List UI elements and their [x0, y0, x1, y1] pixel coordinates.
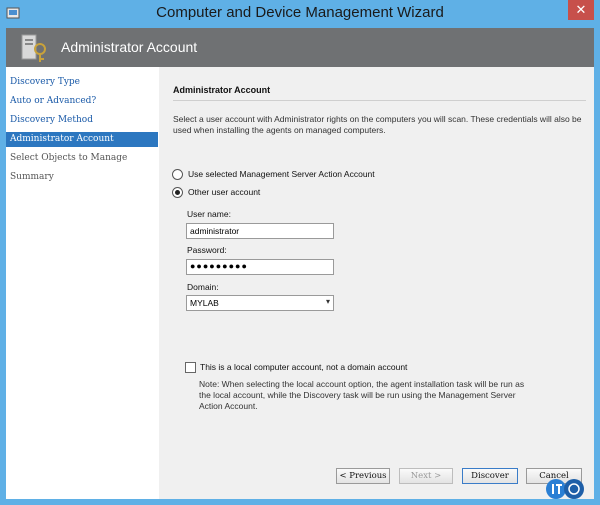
section-divider — [173, 100, 586, 101]
radio-selected-account-row[interactable]: Use selected Management Server Action Ac… — [172, 169, 375, 181]
password-label: Password: — [187, 245, 227, 255]
step-summary: Summary — [10, 172, 54, 182]
domain-select[interactable]: MYLAB ▾ — [186, 295, 334, 311]
header-title: Administrator Account — [61, 39, 198, 55]
description-text: Select a user account with Administrator… — [173, 114, 582, 135]
wizard-header: Administrator Account — [6, 28, 594, 67]
next-button[interactable]: Next > — [399, 468, 453, 484]
discover-button[interactable]: Discover — [462, 468, 518, 484]
step-discovery-type[interactable]: Discovery Type — [6, 75, 158, 90]
wizard-frame: Administrator Account Discovery Type Aut… — [6, 28, 594, 499]
watermark-logo-icon — [546, 479, 584, 499]
wizard-steps-sidebar: Discovery Type Auto or Advanced? Discove… — [6, 67, 159, 499]
step-select-objects: Select Objects to Manage — [10, 153, 128, 163]
radio-other-account-label: Other user account — [188, 187, 261, 197]
close-button[interactable]: ✕ — [568, 0, 594, 20]
section-title: Administrator Account — [173, 85, 271, 95]
radio-other-account-row[interactable]: Other user account — [172, 187, 261, 199]
local-account-label: This is a local computer account, not a … — [200, 362, 408, 372]
password-input[interactable]: ●●●●●●●●● — [186, 259, 334, 275]
wizard-window: Computer and Device Management Wizard ✕ … — [0, 0, 600, 505]
local-account-checkbox[interactable] — [185, 362, 196, 374]
domain-label: Domain: — [187, 282, 219, 292]
username-input[interactable]: administrator — [186, 223, 334, 239]
local-account-checkbox-row[interactable]: This is a local computer account, not a … — [185, 362, 408, 374]
computer-key-icon — [21, 34, 46, 62]
step-administrator-account[interactable]: Administrator Account — [6, 132, 158, 147]
domain-selected-value: MYLAB — [190, 298, 219, 308]
step-discovery-method[interactable]: Discovery Method — [6, 113, 158, 128]
radio-selected-account[interactable] — [172, 169, 183, 181]
window-title: Computer and Device Management Wizard — [156, 4, 444, 21]
radio-other-account[interactable] — [172, 187, 183, 199]
step-auto-or-advanced[interactable]: Auto or Advanced? — [6, 94, 158, 109]
local-account-note: Note: When selecting the local account o… — [199, 379, 525, 411]
username-label: User name: — [187, 209, 231, 219]
previous-button[interactable]: < Previous — [336, 468, 390, 484]
title-bar: Computer and Device Management Wizard ✕ — [0, 0, 600, 28]
radio-selected-account-label: Use selected Management Server Action Ac… — [188, 169, 375, 179]
chevron-down-icon: ▾ — [325, 297, 330, 306]
